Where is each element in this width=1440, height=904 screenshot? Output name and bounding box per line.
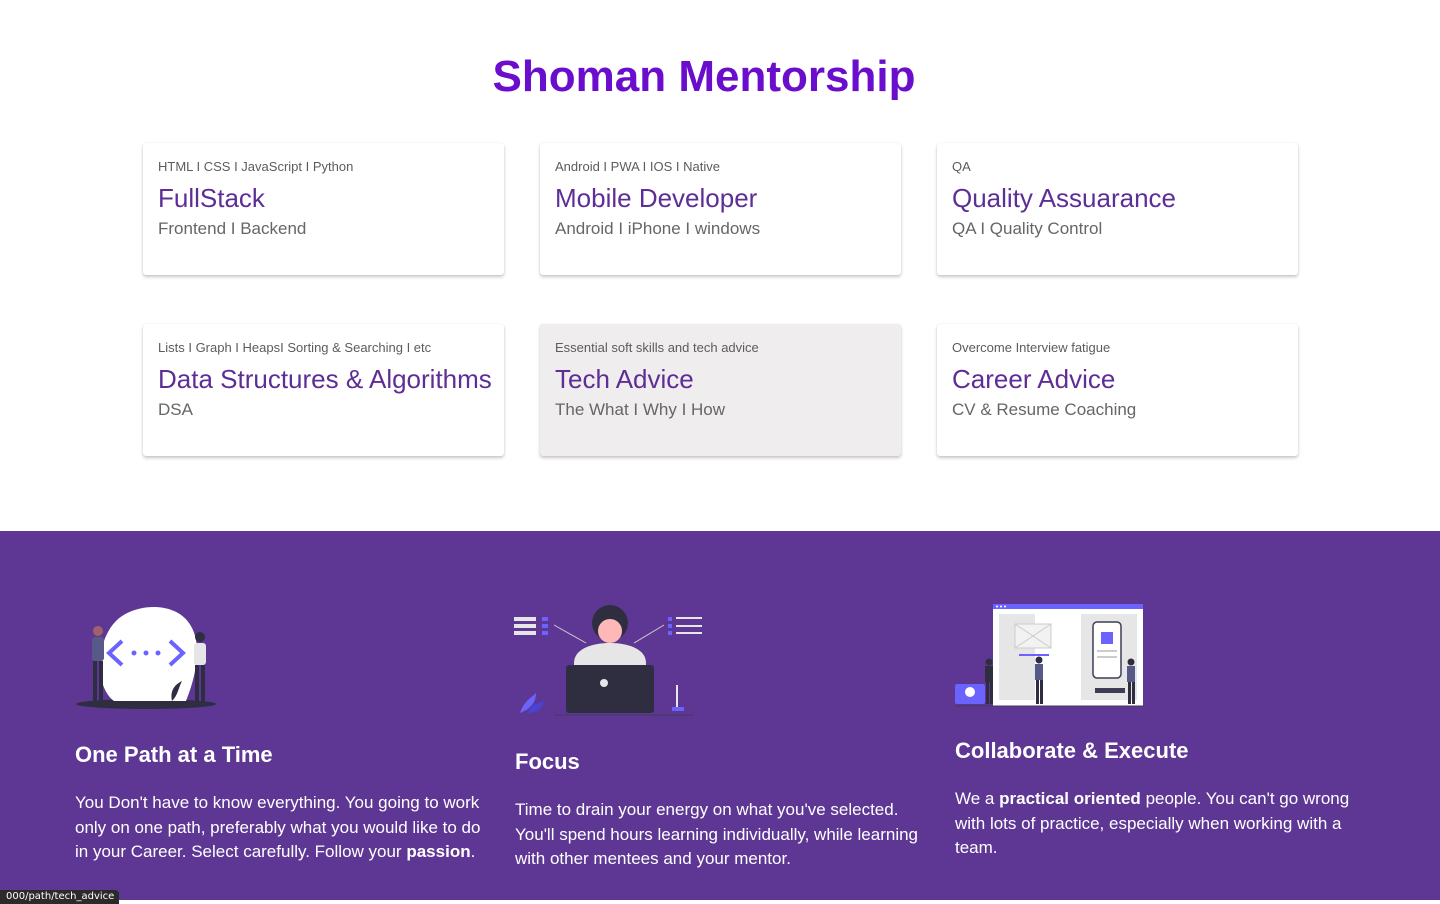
- collaborate-illustration: [955, 604, 1145, 707]
- feature-text: Time to drain your energy on what you've…: [515, 800, 919, 868]
- feature-heading: Focus: [515, 749, 580, 774]
- feature-heading: One Path at a Time: [75, 742, 273, 767]
- feature-text: You Don't have to know everything. You g…: [75, 793, 481, 861]
- card-overline: HTML I CSS I JavaScript I Python: [158, 159, 354, 174]
- path-card-mobile[interactable]: Android I PWA I IOS I Native Mobile Deve…: [540, 143, 901, 275]
- card-title: Career Advice: [952, 364, 1116, 394]
- card-overline: Android I PWA I IOS I Native: [555, 159, 720, 174]
- code-path-illustration: [76, 607, 216, 709]
- card-title: Mobile Developer: [555, 183, 758, 213]
- card-subtitle: Frontend I Backend: [158, 219, 307, 238]
- card-subtitle: QA I Quality Control: [952, 219, 1103, 238]
- card-subtitle: CV & Resume Coaching: [952, 400, 1137, 419]
- card-overline: Essential soft skills and tech advice: [555, 340, 759, 355]
- focus-illustration: [514, 605, 702, 716]
- card-subtitle: Android I iPhone I windows: [555, 219, 761, 238]
- feature-text: We a practical oriented people. You can'…: [955, 789, 1350, 857]
- card-subtitle: The What I Why I How: [555, 400, 726, 419]
- feature-collaborate: Collaborate & Execute We a practical ori…: [955, 738, 1355, 861]
- status-bar-url: 000/path/tech_advice: [0, 890, 119, 904]
- card-subtitle: DSA: [158, 400, 193, 419]
- feature-one-path: One Path at a Time You Don't have to kno…: [75, 742, 485, 865]
- card-overline: QA: [952, 159, 971, 174]
- card-title: Tech Advice: [555, 364, 694, 394]
- card-overline: Lists I Graph I HeapsI Sorting & Searchi…: [158, 340, 432, 355]
- path-card-fullstack[interactable]: HTML I CSS I JavaScript I Python FullSta…: [143, 143, 504, 275]
- feature-heading: Collaborate & Execute: [955, 738, 1189, 763]
- card-title: FullStack: [158, 183, 265, 213]
- features-section: One Path at a Time You Don't have to kno…: [0, 531, 1440, 900]
- feature-focus: Focus Time to drain your energy on what …: [515, 749, 925, 872]
- card-title: Quality Assuarance: [952, 183, 1177, 213]
- card-overline: Overcome Interview fatigue: [952, 340, 1111, 355]
- path-card-career-advice[interactable]: Overcome Interview fatigue Career Advice…: [937, 324, 1298, 456]
- path-card-tech-advice[interactable]: Essential soft skills and tech advice Te…: [540, 324, 901, 456]
- card-title: Data Structures & Algorithms: [158, 364, 492, 394]
- path-card-dsa[interactable]: Lists I Graph I HeapsI Sorting & Searchi…: [143, 324, 504, 456]
- path-card-qa[interactable]: QA Quality Assuarance QA I Quality Contr…: [937, 143, 1298, 275]
- page-title: Shoman Mentorship: [492, 52, 916, 101]
